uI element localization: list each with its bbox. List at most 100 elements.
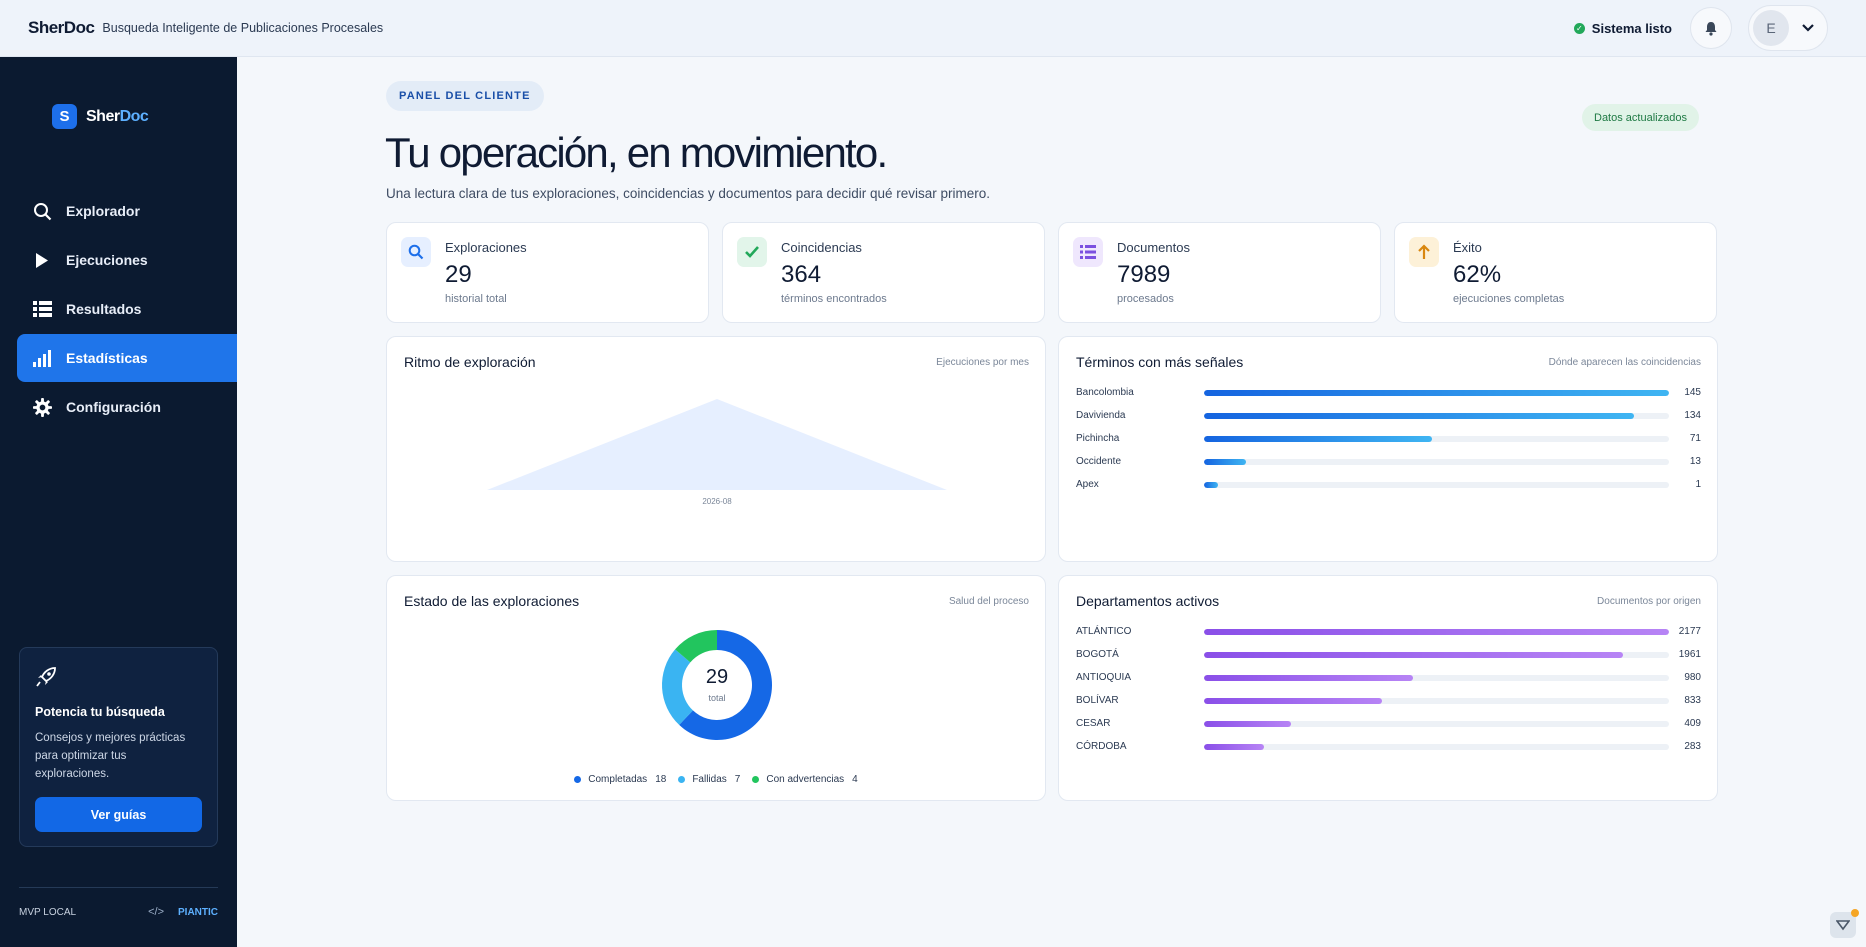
kpi-icon-exploraciones: [401, 237, 431, 267]
bar-value: 13: [1689, 456, 1701, 467]
bar-track: [1204, 435, 1669, 442]
sidebar-item-resultados[interactable]: Resultados: [17, 285, 237, 333]
bar-track: [1204, 697, 1669, 704]
arrow-up-icon: [1418, 244, 1430, 259]
bar-row: ANTIOQUIA 980: [1076, 666, 1701, 689]
section-pill: PANEL DEL CLIENTE: [386, 81, 544, 111]
kpi-icon-exito: [1409, 237, 1439, 267]
bar-row: CESAR 409: [1076, 712, 1701, 735]
bar-track: [1204, 389, 1669, 396]
legend-item: Fallidas 7: [678, 774, 740, 785]
sidebar-item-estadisticas[interactable]: Estadísticas: [17, 334, 237, 382]
sidebar-footer: MVP LOCAL </> PIANTIC: [19, 887, 218, 918]
bar-fill: [1204, 458, 1246, 465]
kpi-subtext: historial total: [445, 293, 507, 305]
sidebar-item-label: Ejecuciones: [66, 252, 148, 268]
kpi-subtext: procesados: [1117, 293, 1174, 305]
system-status-label: Sistema listo: [1591, 20, 1672, 36]
bar-track: [1204, 412, 1669, 419]
play-icon: [32, 250, 52, 270]
bar-track: [1204, 628, 1669, 635]
bar-value: 409: [1684, 718, 1701, 729]
bar-track: [1204, 743, 1669, 750]
feedback-button[interactable]: [1830, 909, 1859, 938]
updated-badge: Datos actualizados: [1582, 104, 1699, 131]
list-icon: [1080, 245, 1096, 259]
bar-value: 145: [1684, 387, 1701, 398]
bar-fill: [1204, 435, 1432, 442]
terminos-bar-list: Bancolombia 145 Davivienda 134 Pichincha 71 Oc…: [1076, 381, 1701, 496]
kpi-value: 62%: [1453, 261, 1502, 288]
bar-row: BOGOTÁ 1961: [1076, 643, 1701, 666]
filter-icon: [1836, 920, 1850, 931]
bar-fill: [1204, 674, 1414, 681]
departamentos-panel: Departamentos activos Documentos por ori…: [1058, 575, 1718, 801]
rocket-icon: [36, 667, 56, 687]
sidebar-nav: Explorador Ejecuciones Resultados Estadí…: [17, 187, 237, 432]
code-icon: </>: [148, 906, 164, 918]
sidebar-item-label: Resultados: [66, 301, 142, 317]
sidebar-item-ejecuciones[interactable]: Ejecuciones: [17, 236, 237, 284]
bar-row: Pichincha 71: [1076, 427, 1701, 450]
bar-value: 2177: [1678, 626, 1701, 637]
kpi-label: Éxito: [1453, 240, 1482, 255]
departamentos-bar-list: ATLÁNTICO 2177 BOGOTÁ 1961 ANTIOQUIA 980 BOLÍV…: [1076, 620, 1701, 758]
user-menu-button[interactable]: E: [1748, 5, 1828, 51]
bar-label: Apex: [1076, 479, 1099, 490]
legend-dot: [574, 776, 582, 783]
ritmo-panel: Ritmo de exploración Ejecuciones por mes…: [386, 336, 1046, 562]
brand-name[interactable]: SherDoc: [28, 18, 95, 38]
sidebar-item-configuracion[interactable]: Configuración: [17, 383, 237, 431]
bar-label: Occidente: [1076, 456, 1122, 467]
ritmo-area-chart: 2026-08: [487, 399, 947, 506]
sidebar-item-label: Estadísticas: [66, 350, 148, 366]
bar-fill: [1204, 743, 1265, 750]
bar-row: CÓRDOBA 283: [1076, 735, 1701, 758]
logo-badge: S: [52, 104, 77, 129]
system-status: ✓ Sistema listo: [1573, 20, 1672, 36]
page-subtitle: Una lectura clara de tus exploraciones, …: [386, 186, 991, 201]
kpi-value: 29: [445, 261, 472, 288]
kpi-card-exito: Éxito 62% ejecuciones completas: [1394, 222, 1717, 323]
bar-fill: [1204, 412, 1634, 419]
bar-fill: [1204, 389, 1669, 396]
bar-value: 134: [1684, 410, 1701, 421]
sidebar-logo[interactable]: S SherDoc: [52, 104, 149, 129]
top-bar: SherDoc Busqueda Inteligente de Publicac…: [0, 0, 1866, 57]
bar-fill: [1204, 481, 1218, 488]
bar-value: 1961: [1678, 649, 1701, 660]
panel-caption: Dónde aparecen las coincidencias: [1548, 357, 1701, 368]
sidebar-item-label: Configuración: [66, 399, 161, 415]
donut-total-label: total: [708, 693, 726, 703]
notifications-button[interactable]: [1690, 7, 1732, 49]
brand-subtitle: Busqueda Inteligente de Publicaciones Pr…: [102, 21, 384, 35]
bar-track: [1204, 458, 1669, 465]
x-tick-label: 2026-08: [702, 497, 732, 506]
donut-center: 29 total: [387, 666, 1047, 703]
bar-row: Bancolombia 145: [1076, 381, 1701, 404]
page-title: Tu operación, en movimiento.: [385, 129, 888, 176]
kpi-icon-documentos: [1073, 237, 1103, 267]
check-icon: [745, 246, 759, 258]
promo-card: Potencia tu búsqueda Consejos y mejores …: [19, 647, 218, 847]
kpi-card-exploraciones: Exploraciones 29 historial total: [386, 222, 709, 323]
legend-label: Fallidas: [692, 774, 727, 785]
bar-track: [1204, 481, 1669, 488]
version-label: MVP LOCAL: [19, 906, 77, 918]
avatar: E: [1753, 10, 1789, 46]
kpi-card-documentos: Documentos 7989 procesados: [1058, 222, 1381, 323]
bar-track: [1204, 720, 1669, 727]
kpi-label: Documentos: [1117, 240, 1190, 255]
kpi-icon-coincidencias: [737, 237, 767, 267]
view-guides-button[interactable]: Ver guías: [35, 797, 202, 832]
bar-fill: [1204, 651, 1623, 658]
bar-track: [1204, 674, 1669, 681]
sidebar-item-explorador[interactable]: Explorador: [17, 187, 237, 235]
estado-panel: Estado de las exploraciones Salud del pr…: [386, 575, 1046, 801]
bar-fill: [1204, 697, 1382, 704]
list-icon: [32, 299, 52, 319]
bar-value: 1: [1695, 479, 1701, 490]
bell-icon: [1705, 21, 1717, 36]
vendor-link[interactable]: PIANTIC: [178, 907, 218, 918]
bar-row: ATLÁNTICO 2177: [1076, 620, 1701, 643]
